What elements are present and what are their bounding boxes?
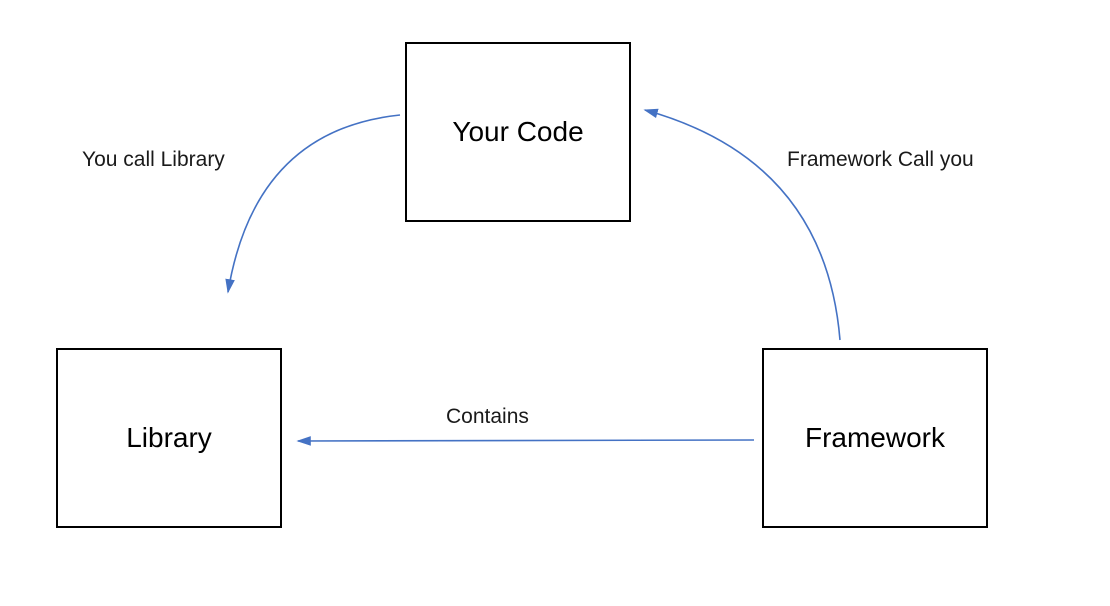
label-contains: Contains (446, 405, 529, 429)
label-framework-call-you: Framework Call you (787, 148, 974, 172)
arrow-framework-to-library (298, 440, 754, 441)
box-library: Library (56, 348, 282, 528)
box-framework: Framework (762, 348, 988, 528)
arrow-yourcode-to-library (228, 115, 400, 292)
label-you-call-library: You call Library (82, 148, 225, 172)
box-yourcode: Your Code (405, 42, 631, 222)
box-framework-label: Framework (805, 422, 945, 454)
arrow-framework-to-yourcode (645, 110, 840, 340)
box-yourcode-label: Your Code (452, 116, 583, 148)
box-library-label: Library (126, 422, 212, 454)
